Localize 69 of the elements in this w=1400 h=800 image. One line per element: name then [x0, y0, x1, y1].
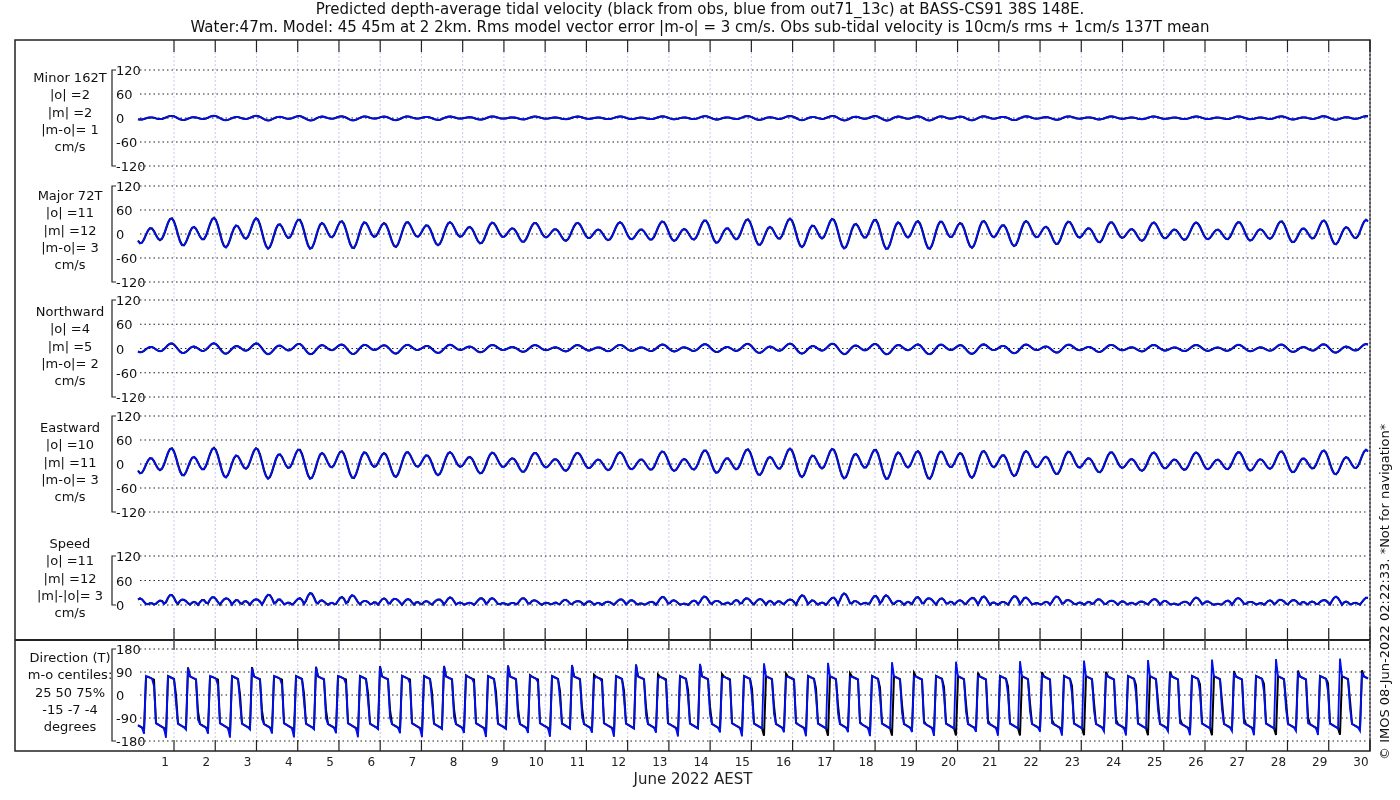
axis-tick-label: 17	[817, 755, 833, 769]
axis-tick-label: -60	[116, 365, 138, 381]
panel-label: Eastward |o| =10 |m| =11 |m-o|= 3 cm/s	[40, 420, 100, 505]
axis-tick-label: 10	[528, 755, 544, 769]
axis-tick-label: 26	[1188, 755, 1204, 769]
axis-tick-label: 30	[1353, 755, 1369, 769]
axis-tick-label: -180	[116, 734, 146, 749]
axis-tick-label: 27	[1229, 755, 1245, 769]
axis-tick-label: 60	[116, 317, 133, 333]
axis-tick-label: 60	[116, 573, 133, 589]
axis-tick-label: 14	[693, 755, 709, 769]
axis-tick-label: 28	[1270, 755, 1287, 769]
axis-tick-label: 0	[116, 227, 125, 242]
axis-tick-label: -120	[116, 159, 146, 174]
axis-tick-label: 60	[116, 87, 133, 102]
axis-tick-label: 120	[116, 549, 141, 564]
panel-label: Minor 162T |o| =2 |m| =2 |m-o|= 1 cm/s	[33, 70, 107, 155]
axis-tick-label: -120	[116, 275, 146, 290]
credit-text: © IMOS 08-Jun-2022 02:22:33. *Not for navigation*	[1377, 423, 1392, 760]
chart-title: Water:47m. Model: 45 45m at 2 2km. Rms model vector error |m-o| = 3 cm/s. Obs sub-tidal velocity is 10cm/s rms + 1cm/s 137T mean	[190, 18, 1210, 36]
axis-tick-label: 23	[1064, 755, 1080, 769]
axis-tick-label: -120	[116, 505, 146, 520]
axis-tick-label: 60	[116, 203, 133, 218]
axis-tick-label: -120	[116, 390, 146, 405]
axis-tick-label: 3	[243, 755, 252, 769]
axis-tick-label: 13	[652, 755, 668, 769]
axis-tick-label: -60	[116, 481, 138, 496]
panel-label: Northward |o| =4 |m| =5 |m-o|= 2 cm/s	[35, 304, 105, 389]
chart-title: Predicted depth-average tidal velocity (black from obs, blue from out71_13c) at BASS-CS91 38S 148E.	[315, 0, 1085, 18]
axis-tick-label: 120	[116, 63, 141, 78]
axis-tick-label: 18	[858, 755, 874, 769]
axis-tick-label: 15	[734, 755, 750, 769]
axis-tick-label: 60	[116, 433, 133, 448]
axis-tick-label: 120	[116, 179, 141, 194]
axis-tick-label: 9	[491, 755, 499, 769]
axis-tick-label: 6	[367, 755, 375, 769]
axis-tick-label: 16	[775, 755, 792, 769]
axis-tick-label: 12	[611, 755, 627, 769]
axis-tick-label: 7	[408, 755, 417, 769]
axis-tick-label: 4	[284, 755, 293, 769]
axis-tick-label: -60	[116, 251, 138, 266]
axis-tick-label: 0	[116, 688, 125, 703]
axis-tick-label: 120	[116, 409, 141, 424]
axis-tick-label: 1	[161, 755, 169, 769]
axis-tick-label: 120	[116, 293, 141, 308]
axis-tick-label: -60	[116, 135, 138, 150]
axis-tick-label: 29	[1312, 755, 1328, 769]
axis-tick-label: 20	[940, 755, 957, 769]
panel-label: Major 72T |o| =11 |m| =12 |m-o|= 3 cm/s	[37, 188, 103, 273]
axis-label: June 2022 AEST	[633, 770, 753, 788]
panel-label: Direction (T) m-o centiles: 25 50 75% -15 -7 -4 degrees	[27, 650, 113, 735]
axis-tick-label: 180	[116, 642, 141, 657]
axis-tick-label: 90	[116, 665, 133, 680]
y-axis	[111, 555, 117, 606]
axis-tick-label: 22	[1023, 755, 1039, 769]
axis-tick-label: 11	[569, 755, 586, 769]
axis-tick-label: 21	[982, 755, 998, 769]
axis-tick-label: -90	[116, 711, 138, 726]
axis-tick-label: 0	[116, 111, 125, 126]
axis-tick-label: 0	[116, 457, 125, 472]
axis-tick-label: 19	[899, 755, 915, 769]
axis-tick-label: 2	[202, 755, 211, 769]
axis-tick-label: 0	[116, 341, 125, 357]
axis-tick-label: 5	[326, 755, 334, 769]
axis-tick-label: 25	[1147, 755, 1163, 769]
axis-tick-label: 0	[116, 598, 125, 613]
panel-label: Speed |o| =11 |m| =12 |m|-|o|= 3 cm/s	[36, 536, 104, 621]
axis-tick-label: 8	[449, 755, 458, 769]
axis-tick-label: 24	[1105, 755, 1122, 769]
